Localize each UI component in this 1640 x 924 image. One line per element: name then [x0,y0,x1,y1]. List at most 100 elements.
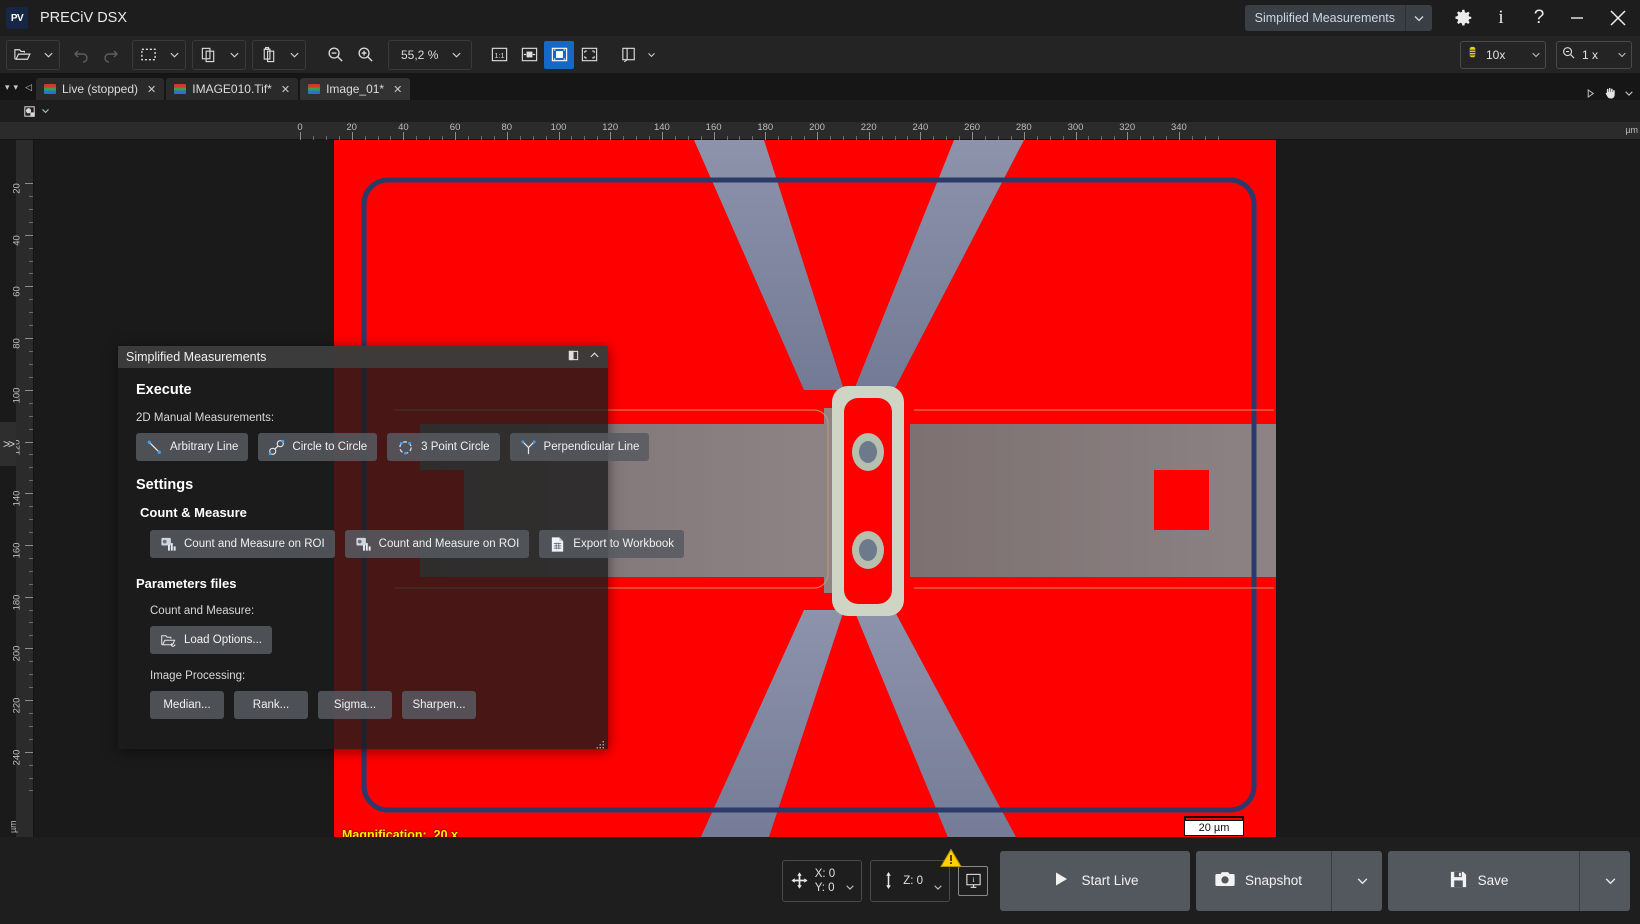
chevron-down-icon[interactable] [283,41,305,69]
h-ruler-label: 100 [551,122,567,133]
chevron-up-icon[interactable] [589,348,600,366]
chevron-down-icon[interactable] [1531,46,1541,64]
marquee-select-icon[interactable] [133,41,163,69]
minimize-icon[interactable] [1558,0,1596,36]
v-ruler-label: 40 [12,235,23,246]
start-live-body[interactable]: Start Live [1051,851,1138,911]
fullscreen-icon[interactable] [574,41,604,69]
undo-icon[interactable] [66,41,96,69]
one-to-one-icon[interactable]: 1:1 [484,41,514,69]
chevron-down-icon[interactable] [445,41,467,69]
zoom-level-select[interactable]: 55,2 % [388,40,472,70]
sharpen-button[interactable]: Sharpen... [402,691,476,719]
mode-select[interactable]: Simplified Measurements [1245,5,1432,31]
three-point-circle-button[interactable]: 3 Point Circle [387,433,499,461]
save-button[interactable]: Save [1388,851,1630,911]
chevron-down-icon[interactable] [41,102,50,120]
h-ruler-label: 180 [757,122,773,133]
h-ruler-tick [1076,132,1077,140]
rank-button[interactable]: Rank... [234,691,308,719]
v-ruler-minor-tick [29,778,33,779]
monitor-info-icon[interactable]: i [958,866,988,896]
start-live-button[interactable]: Start Live [1000,851,1190,911]
tab-image010[interactable]: IMAGE010.Tif* ✕ [166,78,298,100]
chevron-down-icon[interactable] [845,879,855,901]
pan-hand-icon[interactable] [1603,86,1617,100]
three-point-circle-icon [397,439,414,456]
panel-header[interactable]: Simplified Measurements [118,346,608,368]
digital-zoom-select[interactable]: 1 x [1556,41,1632,69]
workbook-icon [549,536,566,553]
gear-icon[interactable] [1444,0,1482,36]
count-measure-caption: Count and Measure: [150,605,590,617]
snapshot-button[interactable]: Snapshot [1196,851,1382,911]
chevron-down-icon[interactable] [1406,12,1432,24]
perpendicular-line-button[interactable]: Perpendicular Line [510,433,650,461]
count-measure-roi-button-2[interactable]: Count and Measure on ROI [345,530,530,558]
fit-width-icon[interactable] [514,41,544,69]
question-mark-icon[interactable]: ? [1520,0,1558,36]
v-ruler-minor-tick [29,532,33,533]
h-ruler-tick [817,132,818,140]
tab-list-icon-2[interactable]: ▾ [14,82,19,93]
chevron-down-icon[interactable] [644,41,658,69]
restore-window-icon[interactable] [568,348,579,366]
annotation-stamp-icon[interactable] [22,102,50,120]
play-outline-icon[interactable] [1585,88,1596,99]
button-label: 3 Point Circle [421,441,489,453]
chevron-down-icon[interactable] [1624,88,1634,98]
redo-icon[interactable] [96,41,126,69]
chevron-down-icon[interactable] [1617,46,1627,64]
chevron-down-icon[interactable] [223,41,245,69]
copy-group [192,40,246,70]
h-ruler-label: 20 [346,122,357,133]
zoom-out-icon[interactable] [320,41,350,69]
v-ruler-minor-tick [29,312,33,313]
snapshot-body[interactable]: Snapshot [1196,851,1321,911]
close-icon[interactable]: ✕ [281,83,290,96]
circle-to-circle-button[interactable]: Circle to Circle [258,433,377,461]
copy-icon[interactable] [193,41,223,69]
warning-triangle-icon[interactable] [940,848,962,873]
image-sub-toolbar [0,100,1640,122]
load-options-button[interactable]: Load Options... [150,626,272,654]
open-folder-icon[interactable] [7,41,37,69]
export-to-workbook-button[interactable]: Export to Workbook [539,530,684,558]
chevron-down-icon[interactable] [163,41,185,69]
objective-select[interactable]: 10x [1460,41,1546,69]
z-position-control[interactable]: Z: 0 [870,860,950,902]
button-label: Load Options... [184,634,262,646]
save-body[interactable]: Save [1388,851,1569,911]
info-icon[interactable]: i [1482,0,1520,36]
chevron-down-icon[interactable] [1342,851,1382,911]
sigma-button[interactable]: Sigma... [318,691,392,719]
count-measure-roi-button-1[interactable]: Count and Measure on ROI [150,530,335,558]
chevron-down-icon[interactable] [37,41,59,69]
image-thumb-icon [308,84,320,94]
close-icon[interactable]: ✕ [147,83,156,96]
v-ruler-label: 140 [12,491,23,507]
tab-live-stopped[interactable]: Live (stopped) ✕ [36,78,164,100]
chevron-down-icon[interactable] [933,879,943,901]
v-ruler-tick [25,648,33,649]
median-button[interactable]: Median... [150,691,224,719]
button-label: Save [1478,873,1509,888]
double-chevron-right-icon[interactable]: >> [0,422,16,466]
arbitrary-line-button[interactable]: Arbitrary Line [136,433,248,461]
close-icon[interactable] [1596,0,1640,36]
zoom-in-icon[interactable] [350,41,380,69]
fit-page-icon[interactable] [544,41,574,69]
layout-icon[interactable] [614,41,644,69]
xy-position-control[interactable]: X: 0 Y: 0 [782,860,862,902]
resize-grip-icon[interactable] [596,737,605,746]
tab-image-01[interactable]: Image_01* ✕ [300,78,410,100]
chevron-left-icon[interactable]: ◁ [25,82,32,93]
tab-list-icon[interactable]: ▾ [5,82,10,93]
v-ruler-label: 20 [12,183,23,194]
simplified-measurements-panel[interactable]: Simplified Measurements Execute 2D Manua… [118,346,608,749]
chevron-down-icon[interactable] [1590,851,1630,911]
paste-icon[interactable] [253,41,283,69]
v-ruler-label: 200 [12,646,23,662]
close-icon[interactable]: ✕ [393,83,402,96]
button-label: Count and Measure on ROI [184,538,325,550]
